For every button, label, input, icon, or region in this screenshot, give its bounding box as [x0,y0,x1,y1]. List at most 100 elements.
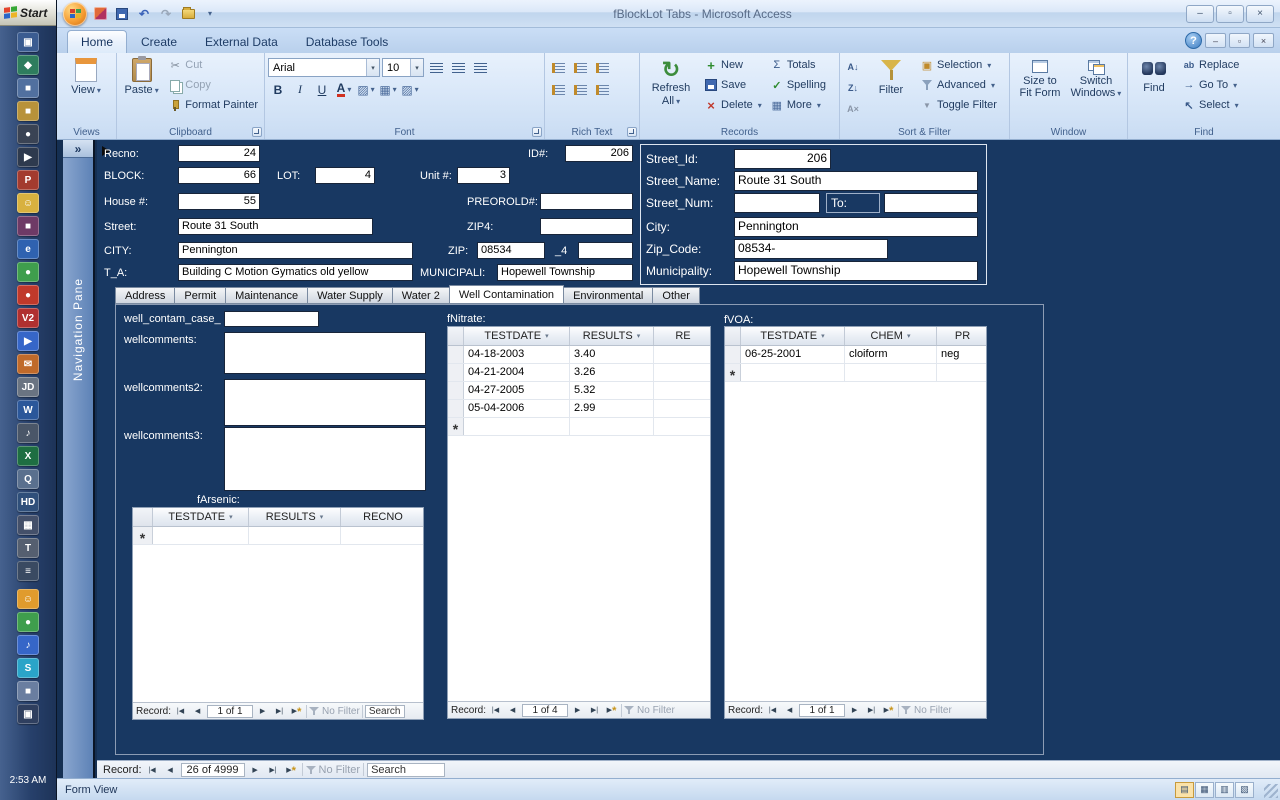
paste-button[interactable]: Paste [120,56,163,124]
alternate-fill-button[interactable] [400,80,420,99]
cell-testdate[interactable]: 04-21-2004 [464,364,570,381]
row-selector[interactable] [448,382,464,399]
search-input[interactable]: Search [365,705,405,718]
taskbar-icon[interactable]: e [17,239,39,259]
column-header-testdate[interactable]: TESTDATE [464,327,570,345]
new-record-row[interactable] [448,418,710,436]
previous-record-button[interactable] [190,705,205,718]
new-record-selector[interactable] [725,364,741,381]
switch-windows-button[interactable]: Switch Windows [1069,56,1123,124]
numbering-button[interactable] [570,58,590,77]
quick-save-button[interactable] [113,5,131,23]
last-record-button[interactable] [272,705,287,718]
sort-ascending-button[interactable] [843,56,863,75]
datasheet-view-button[interactable] [1195,782,1214,798]
municipali-field[interactable]: Hopewell Township [497,264,633,281]
last-record-button[interactable] [266,763,281,776]
filter-status[interactable]: No Filter [901,705,952,716]
street-name-field[interactable]: Route 31 South [734,171,978,191]
sort-descending-button[interactable] [843,77,863,96]
previous-record-button[interactable] [782,704,797,717]
align-right-button[interactable] [470,58,490,77]
taskbar-icon[interactable]: X [17,446,39,466]
taskbar-icon[interactable]: ▣ [17,32,39,52]
previous-record-button[interactable] [163,763,178,776]
record-position[interactable]: 1 of 1 [207,705,253,718]
row-selector[interactable] [448,346,464,363]
preorold-field[interactable] [540,193,633,210]
undo-button[interactable] [135,5,153,23]
table-row[interactable]: 05-04-2006 2.99 [448,400,710,418]
selection-button[interactable]: Selection [917,56,1000,74]
tab-water-2[interactable]: Water 2 [392,287,450,304]
cell-testdate[interactable]: 04-27-2005 [464,382,570,399]
new-blank-record-button[interactable] [284,763,299,776]
row-selector[interactable] [448,364,464,381]
copy-button[interactable]: Copy [165,76,261,94]
child-restore-button[interactable] [1229,33,1250,48]
gridlines-button[interactable] [378,80,398,99]
fill-color-button[interactable] [356,80,376,99]
tray-icon[interactable]: ▣ [17,704,39,724]
replace-button[interactable]: Replace [1179,56,1242,74]
record-position[interactable]: 1 of 1 [799,704,845,717]
block-field[interactable]: 66 [178,167,260,184]
tray-icon[interactable]: ♪ [17,635,39,655]
navigation-pane-collapsed[interactable]: » Navigation Pane [63,140,95,778]
ta-field[interactable]: Building C Motion Gymatics old yellow [178,264,413,281]
new-record-ribbon-button[interactable]: New [701,56,765,74]
more-button[interactable]: More [767,96,829,114]
taskbar-icon[interactable]: ● [17,285,39,305]
tab-database-tools[interactable]: Database Tools [292,30,403,53]
font-dialog-launcher[interactable] [532,127,542,137]
rich-text-dialog-launcher[interactable] [627,127,637,137]
panel-city-field[interactable]: Pennington [734,217,978,237]
first-record-button[interactable] [173,705,188,718]
open-button[interactable] [179,5,197,23]
first-record-button[interactable] [488,704,503,717]
align-center-button[interactable] [448,58,468,77]
zip-suffix-field[interactable] [578,242,633,259]
help-button[interactable]: ? [1185,32,1202,49]
navigation-pane-expand-button[interactable]: » [63,140,93,158]
table-row[interactable]: 04-27-2005 5.32 [448,382,710,400]
font-name-combo[interactable]: Arial [268,58,380,77]
cell-results[interactable]: 5.32 [570,382,654,399]
decrease-indent-button[interactable] [592,58,612,77]
city-caps-field[interactable]: Pennington [178,242,413,259]
tab-home[interactable]: Home [67,30,127,53]
last-record-button[interactable] [864,704,879,717]
column-header-chem[interactable]: CHEM [845,327,937,345]
maximize-button[interactable] [1216,5,1244,23]
column-header-recno[interactable]: RECNO [341,508,423,526]
cell-result[interactable]: neg [937,346,986,363]
wellcomments2-field[interactable] [224,379,426,426]
tray-icon[interactable]: S [17,658,39,678]
record-position[interactable]: 26 of 4999 [181,763,245,777]
tray-icon[interactable]: ☺ [17,589,39,609]
filter-status[interactable]: No Filter [306,764,361,776]
column-header-results[interactable]: RESULTS [249,508,341,526]
id-field[interactable]: 206 [565,145,633,162]
taskbar-icon[interactable]: ☺ [17,193,39,213]
first-record-button[interactable] [765,704,780,717]
tray-icon[interactable]: ■ [17,681,39,701]
taskbar-icon[interactable]: ≡ [17,561,39,581]
new-record-row[interactable] [725,364,986,382]
municipality-field[interactable]: Hopewell Township [734,261,978,281]
cell-results[interactable]: 3.26 [570,364,654,381]
column-header-recno[interactable]: RE [654,327,710,345]
select-button[interactable]: Select [1179,96,1242,114]
cell-results[interactable]: 2.99 [570,400,654,417]
street-num-to-field[interactable] [884,193,978,213]
cell-recno[interactable] [654,382,710,399]
select-all-cell[interactable] [133,508,153,526]
bullets-button[interactable] [548,58,568,77]
cut-button[interactable]: Cut [165,56,261,74]
tab-permit[interactable]: Permit [174,287,226,304]
select-all-cell[interactable] [725,327,741,345]
last-record-button[interactable] [587,704,602,717]
wellcomments3-field[interactable] [224,427,426,491]
design-view-button[interactable] [1235,782,1254,798]
street-field[interactable]: Route 31 South [178,218,373,235]
